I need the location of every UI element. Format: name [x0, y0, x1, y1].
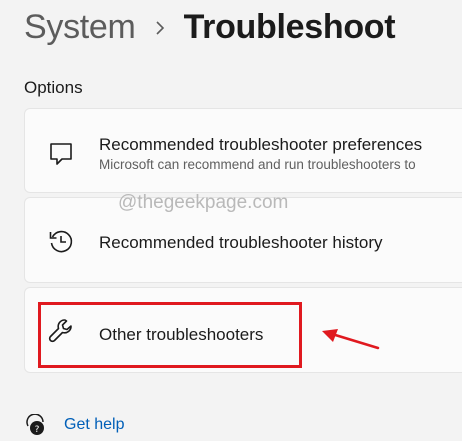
- recommended-preferences-item[interactable]: Recommended troubleshooter preferences M…: [24, 108, 462, 193]
- get-help[interactable]: ? Get help: [24, 413, 124, 436]
- other-troubleshooters-title: Other troubleshooters: [99, 325, 264, 344]
- section-label-options: Options: [24, 78, 83, 97]
- recommended-preferences-description: Microsoft can recommend and run troubles…: [99, 157, 416, 172]
- annotation-arrow-icon: [322, 329, 380, 350]
- chat-bubble-icon: [47, 140, 75, 168]
- history-icon: [47, 227, 75, 255]
- get-help-link[interactable]: Get help: [64, 416, 124, 434]
- breadcrumb: System Troubleshoot: [24, 8, 396, 47]
- watermark: @thegeekpage.com: [118, 192, 289, 213]
- recommended-history-title: Recommended troubleshooter history: [99, 233, 383, 252]
- help-icon: ?: [24, 413, 46, 436]
- svg-text:?: ?: [35, 425, 40, 435]
- recommended-preferences-title: Recommended troubleshooter preferences: [99, 135, 423, 154]
- other-troubleshooters-item[interactable]: Other troubleshooters: [24, 287, 462, 373]
- page-title: Troubleshoot: [183, 8, 396, 46]
- chevron-right-icon: [136, 20, 184, 36]
- wrench-icon: [47, 317, 75, 345]
- breadcrumb-system[interactable]: System: [24, 8, 136, 47]
